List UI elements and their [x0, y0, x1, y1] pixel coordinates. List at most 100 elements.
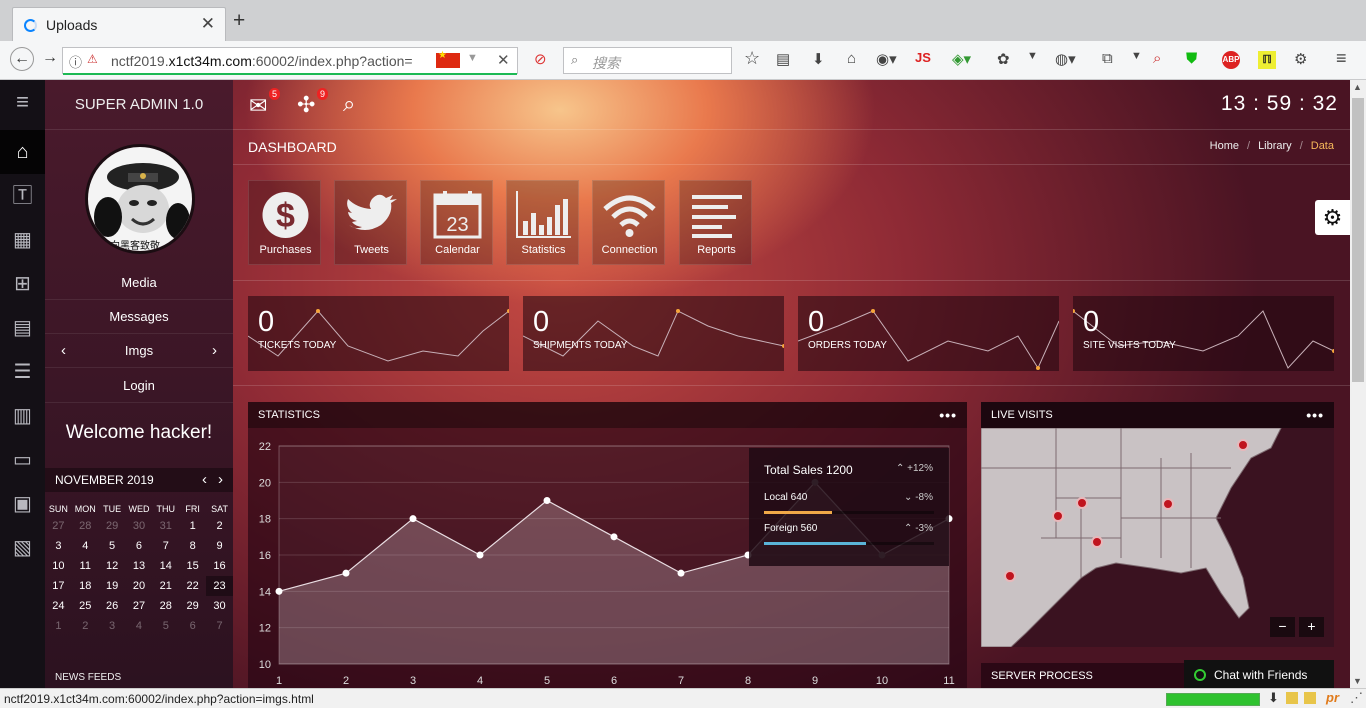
extension-icon[interactable]: [1304, 692, 1316, 704]
info-icon[interactable]: ⓘ: [69, 52, 82, 71]
calendar-day[interactable]: 3: [45, 536, 72, 556]
url-bar[interactable]: ⓘ ⚠ nctf2019.x1ct34m.com:60002/index.php…: [62, 47, 518, 75]
adblock-icon[interactable]: ABP: [1222, 51, 1240, 69]
calendar-day[interactable]: 1: [45, 616, 72, 636]
blocker-icon[interactable]: ⊘: [534, 50, 547, 68]
menu-item-messages[interactable]: Messages: [45, 300, 233, 334]
folder-icon[interactable]: ▭: [0, 438, 45, 482]
js-toggle-icon[interactable]: JS: [915, 50, 931, 65]
calendar-day[interactable]: 30: [206, 596, 233, 616]
tile-tweets[interactable]: Tweets: [334, 180, 407, 265]
calendar-day[interactable]: 5: [152, 616, 179, 636]
document-icon[interactable]: ▤: [0, 306, 45, 350]
zoom-out-button[interactable]: −: [1270, 617, 1295, 637]
new-tab-icon[interactable]: +: [233, 10, 245, 31]
calendar-day[interactable]: 27: [45, 516, 72, 536]
close-tab-icon[interactable]: ✕: [201, 14, 215, 34]
calendar-day[interactable]: 24: [45, 596, 72, 616]
mail-icon[interactable]: ✉: [249, 93, 267, 119]
zoom-in-button[interactable]: +: [1299, 617, 1324, 637]
calendar-day[interactable]: 6: [179, 616, 206, 636]
tile-statistics[interactable]: Statistics: [506, 180, 579, 265]
calendar-day[interactable]: 27: [126, 596, 153, 616]
extension-n-icon[interactable]: ℿ: [1258, 51, 1276, 69]
calendar-icon[interactable]: ▣: [0, 482, 45, 526]
tile-calendar[interactable]: 23 Calendar: [420, 180, 493, 265]
calendar-day[interactable]: 31: [152, 516, 179, 536]
calendar-day[interactable]: 3: [99, 616, 126, 636]
menu-item-imgs[interactable]: ‹ Imgs ›: [45, 334, 233, 368]
scroll-up-icon[interactable]: ▲: [1353, 82, 1362, 92]
calendar-day[interactable]: 28: [72, 516, 99, 536]
text-icon[interactable]: 🅃: [0, 174, 45, 218]
dropdown-icon[interactable]: ▼: [467, 52, 478, 64]
clear-url-icon[interactable]: ✕: [497, 51, 510, 69]
shield-icon[interactable]: ⛊: [1186, 50, 1197, 67]
more-options-icon[interactable]: •••: [939, 402, 957, 428]
calendar-day[interactable]: 14: [152, 556, 179, 576]
layers-icon[interactable]: ◍▾: [1055, 50, 1076, 68]
calendar-day[interactable]: 15: [179, 556, 206, 576]
calendar-day[interactable]: 8: [179, 536, 206, 556]
columns-icon[interactable]: ▧: [0, 526, 45, 570]
tasks-icon[interactable]: ✣: [297, 92, 315, 118]
pr-icon[interactable]: pr: [1326, 690, 1339, 705]
calendar-day[interactable]: 1: [179, 516, 206, 536]
calendar-day[interactable]: 29: [99, 516, 126, 536]
hamburger-menu-icon[interactable]: ≡: [1336, 48, 1347, 69]
settings-icon[interactable]: ⚙: [1294, 50, 1307, 68]
reader-icon[interactable]: ▤: [776, 50, 790, 68]
tile-connection[interactable]: Connection: [592, 180, 665, 265]
tab-uploads[interactable]: Uploads ✕: [12, 7, 226, 41]
calendar-day[interactable]: 17: [45, 576, 72, 596]
search-box[interactable]: ⌕ 搜索: [563, 47, 732, 74]
back-icon[interactable]: ←: [10, 47, 34, 71]
calendar-day[interactable]: 6: [126, 536, 153, 556]
scroll-thumb[interactable]: [1352, 98, 1364, 382]
hamburger-icon[interactable]: ≡: [0, 80, 45, 124]
download-icon[interactable]: ⬇: [812, 50, 825, 68]
dropdown-icon[interactable]: ▼: [1131, 50, 1142, 62]
calendar-day[interactable]: 28: [152, 596, 179, 616]
menu-dropdown-icon[interactable]: ▼: [1027, 50, 1038, 62]
palette-icon[interactable]: ✿: [997, 50, 1010, 68]
calendar-day[interactable]: 18: [72, 576, 99, 596]
extension-icon[interactable]: [1286, 692, 1298, 704]
calendar-day[interactable]: 29: [179, 596, 206, 616]
calendar-day[interactable]: 4: [126, 616, 153, 636]
menu-item-media[interactable]: Media: [45, 266, 233, 300]
tile-reports[interactable]: Reports: [679, 180, 752, 265]
calendar-day[interactable]: 2: [72, 616, 99, 636]
calendar-day[interactable]: 11: [72, 556, 99, 576]
page-scrollbar[interactable]: ▲ ▼: [1350, 80, 1366, 688]
copy-icon[interactable]: ⧉: [1102, 50, 1113, 67]
calendar-day[interactable]: 5: [99, 536, 126, 556]
calendar-day[interactable]: 19: [99, 576, 126, 596]
grid-icon[interactable]: ▦: [0, 218, 45, 262]
search-icon[interactable]: ⌕: [343, 91, 355, 117]
extension-icon[interactable]: ◈▾: [952, 50, 971, 68]
menu-item-login[interactable]: Login: [45, 369, 233, 403]
home-icon[interactable]: ⌂: [847, 50, 856, 67]
calendar-day[interactable]: 20: [126, 576, 153, 596]
chat-with-friends-button[interactable]: Chat with Friends: [1184, 660, 1334, 688]
zoom-icon[interactable]: ⌕: [1153, 50, 1161, 67]
bookmark-star-icon[interactable]: ☆: [744, 48, 760, 69]
tile-purchases[interactable]: $ Purchases: [248, 180, 321, 265]
breadcrumb-home[interactable]: Home: [1210, 140, 1239, 152]
calendar-day[interactable]: 12: [99, 556, 126, 576]
calendar-day[interactable]: 2: [206, 516, 233, 536]
calendar-day-today[interactable]: 23: [206, 576, 233, 596]
calendar-day[interactable]: 25: [72, 596, 99, 616]
calendar-day[interactable]: 13: [126, 556, 153, 576]
chevron-left-icon[interactable]: ‹: [61, 334, 66, 368]
calendar-day[interactable]: 10: [45, 556, 72, 576]
calendar-day[interactable]: 4: [72, 536, 99, 556]
chevron-right-icon[interactable]: ›: [212, 334, 217, 368]
calendar-day[interactable]: 9: [206, 536, 233, 556]
calendar-day[interactable]: 30: [126, 516, 153, 536]
calendar-day[interactable]: 16: [206, 556, 233, 576]
calendar-prev-icon[interactable]: ‹: [202, 468, 207, 492]
forward-icon[interactable]: →: [42, 49, 58, 67]
calendar-next-icon[interactable]: ›: [218, 468, 223, 492]
